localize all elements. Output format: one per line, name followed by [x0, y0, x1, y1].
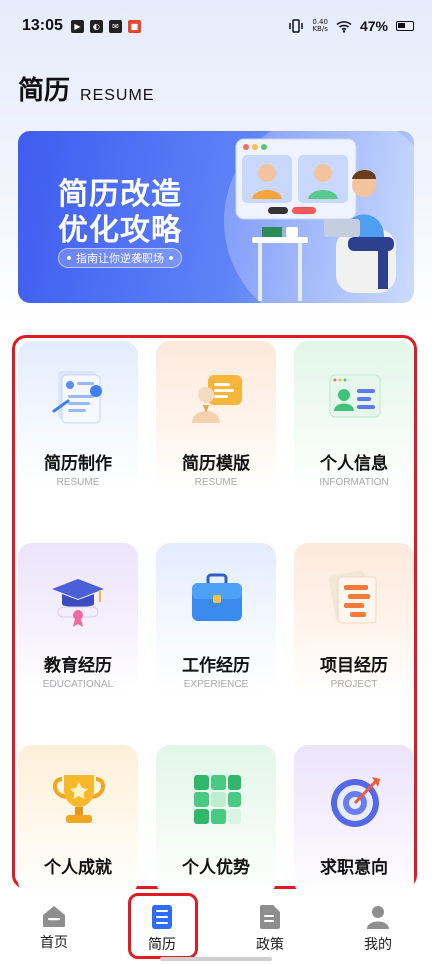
wifi-icon [336, 20, 352, 33]
net-speed-unit: KB/s [312, 25, 328, 33]
video-interview-illustration [235, 138, 396, 301]
status-bar: 13:05 ▶ ◐ ✉ ■ 0.40 KB/s 47% [0, 0, 432, 52]
nav-profile-label: 我的 [364, 937, 392, 953]
card-work-experience[interactable]: 工作经历 EXPERIENCE [156, 543, 276, 693]
project-document-icon [328, 570, 377, 624]
profile-icon [367, 906, 389, 929]
resume-template-icon [192, 375, 242, 423]
card-subtitle: PROJECT [330, 679, 378, 690]
card-job-intention[interactable]: 求职意向 [294, 745, 414, 895]
trophy-icon [53, 775, 105, 823]
briefcase-icon [192, 573, 242, 621]
banner-tagline: 指南让你逆袭职场 [76, 252, 164, 265]
card-title: 个人优势 [182, 858, 250, 878]
graduation-cap-icon [52, 579, 104, 627]
banner-tagline-pill: 指南让你逆袭职场 [58, 248, 182, 268]
banner-title-line2: 优化攻略 [58, 213, 182, 248]
bottom-nav: 首页 简历 政策 我的 [0, 892, 432, 964]
card-title: 项目经历 [320, 656, 388, 676]
card-subtitle: EDUCATIONAL [42, 679, 114, 690]
page-title: 简历 RESUME [18, 70, 154, 107]
page-title-en: RESUME [80, 87, 155, 104]
card-title: 教育经历 [44, 656, 112, 676]
personal-info-icon [329, 374, 381, 418]
card-title: 工作经历 [182, 656, 250, 676]
card-achievements[interactable]: 个人成就 [18, 745, 138, 895]
play-notification-icon: ▶ [70, 19, 84, 33]
card-title: 个人信息 [320, 454, 388, 474]
app-notification-icon: ■ [127, 19, 141, 33]
card-subtitle: RESUME [194, 477, 238, 488]
card-title: 简历制作 [44, 454, 112, 474]
nav-home[interactable]: 首页 [0, 892, 108, 964]
nav-home-label: 首页 [40, 935, 68, 951]
card-strengths[interactable]: 个人优势 [156, 745, 276, 895]
target-icon [331, 777, 380, 827]
card-resume-make[interactable]: 简历制作 RESUME [18, 341, 138, 491]
vibrate-icon [289, 19, 304, 33]
card-title: 个人成就 [44, 858, 112, 878]
page-title-cn: 简历 [18, 76, 71, 106]
card-personal-info[interactable]: 个人信息 INFORMATION [294, 341, 414, 491]
mail-notification-icon: ✉ [108, 19, 122, 33]
policy-doc-icon [260, 905, 280, 929]
nav-profile[interactable]: 我的 [324, 892, 432, 964]
nav-policy-label: 政策 [256, 937, 284, 953]
card-resume-template[interactable]: 简历模版 RESUME [156, 341, 276, 491]
card-title: 求职意向 [320, 858, 388, 878]
blocks-icon [194, 775, 241, 824]
resume-document-icon [52, 371, 102, 424]
home-indicator[interactable] [160, 957, 272, 961]
active-nav-highlight [128, 893, 198, 959]
promo-banner[interactable]: 简历改造 优化攻略 指南让你逆袭职场 [18, 131, 414, 303]
pill-dot-left [67, 256, 71, 260]
net-speed: 0.40 KB/s [312, 19, 328, 33]
notification-icons: ▶ ◐ ✉ ■ [70, 19, 141, 33]
home-icon [43, 906, 65, 927]
nav-policy[interactable]: 政策 [216, 892, 324, 964]
pill-dot-right [169, 256, 173, 260]
card-subtitle: INFORMATION [319, 477, 389, 488]
status-time: 13:05 [22, 17, 63, 34]
card-project-experience[interactable]: 项目经历 PROJECT [294, 543, 414, 693]
card-education[interactable]: 教育经历 EDUCATIONAL [18, 543, 138, 693]
battery-icon [396, 21, 414, 31]
card-subtitle: RESUME [56, 477, 100, 488]
card-subtitle: EXPERIENCE [183, 679, 249, 690]
card-title: 简历模版 [182, 454, 250, 474]
link-notification-icon: ◐ [89, 19, 103, 33]
battery-percent: 47% [359, 18, 388, 34]
